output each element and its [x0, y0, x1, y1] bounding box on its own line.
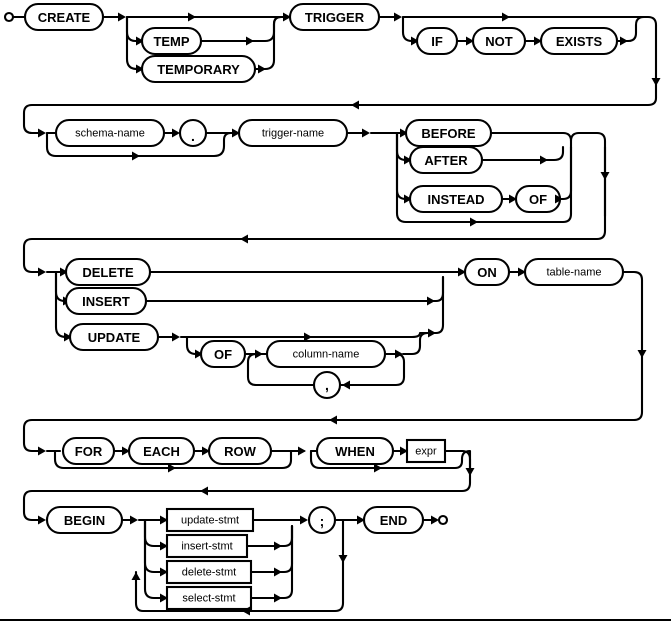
arrow-icon [130, 515, 138, 525]
arrow-icon [240, 234, 248, 244]
track-to-insert-stmt [143, 518, 162, 548]
track-insert-rejoin [144, 275, 445, 303]
arrow-icon [188, 12, 196, 22]
row-4-group: FOR EACH ROW WHEN expr [22, 395, 644, 525]
row-5-group: BEGIN update-stmt insert-stmt delete-stm… [45, 505, 449, 616]
n-for-label: FOR [75, 444, 103, 459]
n-each-label: EACH [143, 444, 180, 459]
n-select-stmt-label: select-stmt [182, 593, 235, 605]
n-column-name-label: column-name [293, 349, 360, 361]
n-on-label: ON [477, 265, 497, 280]
arrow-icon [172, 128, 180, 138]
track-temporary-rejoin [253, 15, 283, 71]
arrow-icon [431, 515, 439, 525]
arrow-icon [298, 446, 306, 456]
track-to-if [401, 15, 418, 43]
end-endpoint-icon [437, 514, 449, 526]
n-not-label: NOT [485, 34, 513, 49]
arrow-icon [428, 328, 436, 338]
n-exists-label: EXISTS [556, 34, 603, 49]
arrow-icon [637, 350, 647, 358]
n-insert-label: INSERT [82, 294, 130, 309]
n-delete-stmt-label: delete-stmt [182, 567, 236, 579]
arrow-icon [351, 100, 359, 110]
track-update-rejoin [426, 275, 445, 335]
arrow-icon [132, 151, 140, 161]
n-semicolon-label: ; [320, 513, 325, 529]
track-to-temp [125, 15, 143, 43]
n-when-label: WHEN [335, 444, 375, 459]
arrow-icon [651, 78, 661, 86]
n-comma-label: , [325, 377, 329, 393]
n-temporary-label: TEMPORARY [157, 62, 240, 77]
n-delete-label: DELETE [82, 265, 134, 280]
n-end-label: END [380, 513, 407, 528]
n-trigger-label: TRIGGER [305, 10, 365, 25]
n-schema-name-label: schema-name [75, 128, 145, 140]
arrow-icon [300, 515, 308, 525]
n-instead-label: INSTEAD [427, 192, 484, 207]
n-of-2-label: OF [214, 347, 232, 362]
arrow-icon [338, 555, 348, 563]
arrow-icon [620, 36, 628, 46]
n-update-stmt-label: update-stmt [181, 515, 239, 527]
track-to-instead [395, 131, 411, 201]
arrow-icon [118, 12, 126, 22]
railroad-svg: CREATE TEMP TEMPORARY TRIGGER IF NOT EXI… [3, 2, 661, 616]
arrow-icon [38, 515, 46, 525]
arrow-icon [394, 12, 402, 22]
bottom-divider [0, 619, 671, 621]
row-1-group: CREATE TEMP TEMPORARY TRIGGER IF NOT EXI… [3, 2, 661, 88]
row-2-group: schema-name . trigger-name BEFORE AFTER [22, 84, 658, 227]
arrow-icon [362, 128, 370, 138]
arrow-icon [38, 128, 46, 138]
track-row3-to-wrap [621, 270, 644, 399]
arrow-icon [200, 486, 208, 496]
arrow-icon [427, 296, 435, 306]
arrow-icon [470, 217, 478, 227]
arrow-icon [502, 12, 510, 22]
track-row2-to-wrap [569, 131, 607, 218]
arrow-icon [342, 380, 350, 390]
n-insert-stmt-label: insert-stmt [181, 541, 232, 553]
n-dot-label: . [191, 128, 195, 144]
railroad-diagram: CREATE TEMP TEMPORARY TRIGGER IF NOT EXI… [0, 0, 671, 622]
arrow-icon [540, 155, 548, 165]
track-delete-stmt-rejoin [249, 524, 294, 574]
arrow-icon [172, 332, 180, 342]
arrow-icon [274, 567, 282, 577]
n-begin-label: BEGIN [64, 513, 105, 528]
arrow-icon [246, 36, 254, 46]
n-update-label: UPDATE [88, 330, 141, 345]
n-after-label: AFTER [424, 153, 468, 168]
start-endpoint-icon [3, 11, 15, 23]
arrow-icon [600, 172, 610, 180]
n-temp-label: TEMP [153, 34, 189, 49]
arrow-icon [258, 64, 266, 74]
track-select-stmt-rejoin [249, 524, 294, 600]
track-after-rejoin [480, 145, 565, 162]
n-if-label: IF [431, 34, 443, 49]
n-row-label: ROW [224, 444, 257, 459]
arrow-icon [131, 572, 141, 580]
n-before-label: BEFORE [421, 126, 476, 141]
arrow-icon [274, 593, 282, 603]
arrow-icon [38, 446, 46, 456]
n-create-label: CREATE [38, 10, 91, 25]
track-to-select-stmt [143, 518, 162, 600]
n-of-1-label: OF [529, 192, 547, 207]
n-expr-label: expr [415, 446, 437, 458]
n-table-name-label: table-name [546, 267, 601, 279]
n-trigger-name-label: trigger-name [262, 128, 324, 140]
track-temp-rejoin [199, 15, 283, 43]
arrow-icon [38, 267, 46, 277]
track-before-rejoin [489, 131, 573, 149]
row-3-group: DELETE INSERT UPDATE OF column-name , ON… [22, 214, 647, 400]
arrow-icon [329, 415, 337, 425]
arrow-icon [274, 541, 282, 551]
